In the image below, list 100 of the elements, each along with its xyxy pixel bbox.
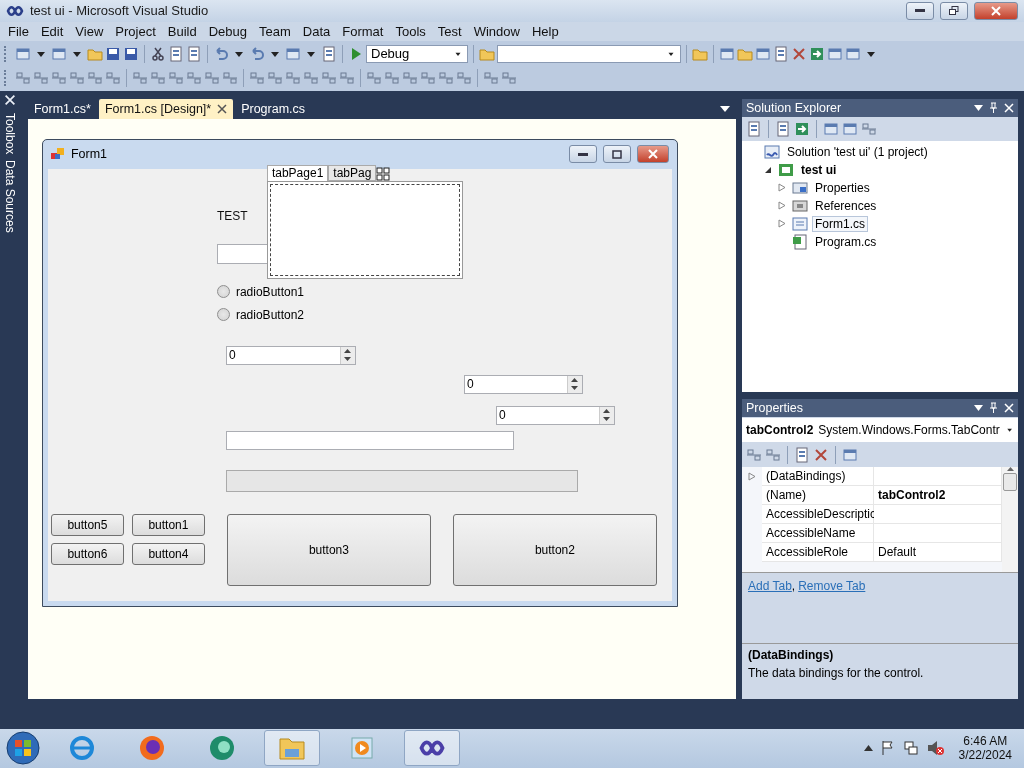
command-link[interactable]: Remove Tab [798, 578, 866, 593]
close-button[interactable] [636, 145, 669, 164]
start-button[interactable] [6, 731, 40, 766]
tree-item[interactable]: Properties [812, 179, 873, 196]
layout-icon[interactable] [51, 70, 67, 87]
text-field[interactable] [216, 243, 269, 264]
up-arrow-icon[interactable] [603, 408, 611, 413]
menu-item[interactable]: Data [296, 24, 337, 39]
number-field[interactable]: 0 [463, 374, 583, 394]
radio-button[interactable] [216, 308, 230, 322]
window-icon[interactable] [719, 45, 735, 62]
layout-icon[interactable] [87, 70, 103, 87]
form-button[interactable]: button5 [50, 513, 124, 536]
close-icon[interactable] [1004, 402, 1014, 413]
document-tab[interactable]: Form1.cs [Design]* [98, 98, 234, 119]
tab-list-caret-icon[interactable] [720, 105, 730, 112]
document-icon[interactable] [321, 45, 337, 62]
layout-icon[interactable] [366, 70, 382, 87]
window-icon[interactable] [755, 45, 771, 62]
layout-icon[interactable] [33, 70, 49, 87]
layout-icon[interactable] [168, 70, 184, 87]
radio-label[interactable]: radioButton1 [235, 284, 304, 299]
layout-icon[interactable] [456, 70, 472, 87]
scrollbar[interactable] [1002, 466, 1018, 572]
minimize-button[interactable] [568, 145, 597, 164]
minimize-button[interactable] [906, 1, 934, 20]
menu-item[interactable]: Help [525, 24, 565, 39]
document-tab[interactable]: Form1.cs* [27, 98, 97, 119]
layout-icon[interactable] [402, 70, 418, 87]
form-button[interactable]: button4 [131, 542, 205, 565]
tree-item[interactable]: test ui [798, 161, 840, 178]
configuration-dropdown[interactable]: Debug [366, 44, 468, 63]
network-icon[interactable] [902, 740, 919, 757]
document-icon[interactable] [773, 45, 789, 62]
move-handle-icon[interactable] [376, 166, 391, 181]
tree-item[interactable]: References [812, 197, 880, 214]
window-icon[interactable] [827, 45, 843, 62]
pin-icon[interactable] [989, 102, 998, 114]
layout-icon[interactable] [267, 70, 283, 87]
pin-icon[interactable] [989, 402, 998, 414]
expand-arrow-icon[interactable] [778, 219, 786, 229]
save-all-icon[interactable] [123, 45, 139, 62]
layout-icon[interactable] [438, 70, 454, 87]
menu-item[interactable]: Build [161, 24, 203, 39]
form-button[interactable]: button6 [50, 542, 124, 565]
down-arrow-icon[interactable] [344, 357, 352, 362]
save-icon[interactable] [105, 45, 121, 62]
menu-item[interactable]: Window [467, 24, 526, 39]
radio-label[interactable]: radioButton2 [235, 307, 304, 322]
layout-icon[interactable] [15, 70, 31, 87]
radio-button[interactable] [216, 285, 230, 299]
object-selector[interactable]: tabControl2 System.Windows.Forms.TabContr [742, 417, 1018, 442]
form-button[interactable]: button3 [226, 513, 431, 586]
up-arrow-icon[interactable] [571, 377, 579, 382]
menu-item[interactable]: Project [109, 24, 162, 39]
side-tab[interactable]: Toolbox [2, 112, 17, 154]
up-arrow-icon[interactable] [1006, 466, 1014, 471]
close-button[interactable] [974, 1, 1018, 20]
command-link[interactable]: Add Tab [748, 578, 792, 593]
layout-icon[interactable] [132, 70, 148, 87]
expand-arrow-icon[interactable] [778, 183, 786, 193]
layout-icon[interactable] [222, 70, 238, 87]
expand-arrow-icon[interactable] [748, 471, 756, 481]
number-field[interactable]: 0 [225, 345, 356, 365]
layout-icon[interactable] [249, 70, 265, 87]
number-field[interactable]: 0 [495, 405, 615, 425]
layout-icon[interactable] [339, 70, 355, 87]
layout-icon[interactable] [150, 70, 166, 87]
up-arrow-icon[interactable] [344, 348, 352, 353]
layout-icon[interactable] [69, 70, 85, 87]
clock[interactable]: 6:46 AM 3/22/2024 [952, 734, 1018, 763]
cut-icon[interactable] [150, 45, 166, 62]
layout-icon[interactable] [384, 70, 400, 87]
form-button[interactable]: button2 [452, 513, 657, 586]
menu-item[interactable]: File [2, 24, 35, 39]
down-arrow-icon[interactable] [571, 386, 579, 391]
layout-icon[interactable] [420, 70, 436, 87]
tree-item[interactable]: Solution 'test ui' (1 project) [784, 143, 931, 160]
platform-dropdown[interactable] [497, 44, 681, 63]
menu-item[interactable]: Format [336, 24, 390, 39]
menu-item[interactable]: Debug [202, 24, 253, 39]
layout-icon[interactable] [186, 70, 202, 87]
dropdown-caret-icon[interactable] [974, 104, 983, 111]
volume-muted-icon[interactable] [926, 740, 945, 757]
layout-icon[interactable] [501, 70, 517, 87]
maximize-button[interactable] [602, 145, 631, 164]
tab[interactable]: tabPage1 [266, 164, 329, 181]
tab[interactable]: tabPag [328, 164, 377, 181]
tree-item[interactable]: Program.cs [812, 233, 880, 250]
menu-item[interactable]: View [69, 24, 110, 39]
scrollbar-thumb[interactable] [1003, 472, 1017, 491]
expand-arrow-icon[interactable] [778, 201, 786, 211]
layout-icon[interactable] [303, 70, 319, 87]
text-field[interactable] [225, 430, 514, 450]
form-button[interactable]: button1 [131, 513, 205, 536]
layout-icon[interactable] [321, 70, 337, 87]
close-tab-icon[interactable] [217, 103, 228, 114]
layout-icon[interactable] [204, 70, 220, 87]
show-hidden-icons-icon[interactable] [863, 745, 873, 752]
layout-icon[interactable] [483, 70, 499, 87]
